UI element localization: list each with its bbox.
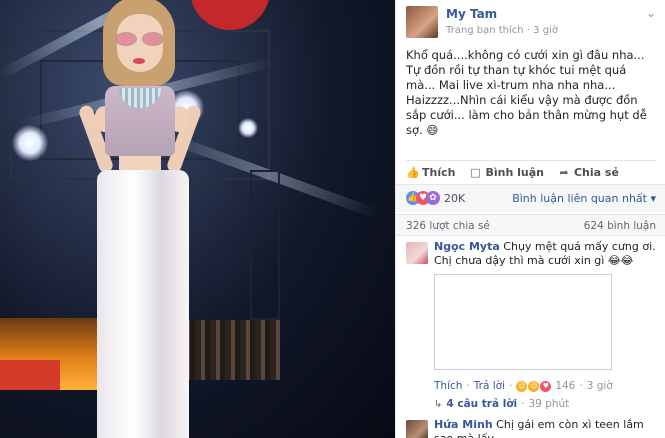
stage-spotlight [238,118,258,138]
like-label: Thích [422,166,456,179]
wow-reaction-icon: ☺ [528,380,540,392]
singer-figure [75,0,215,438]
comment-time[interactable]: 3 giờ [587,380,613,392]
white-pants [97,170,189,438]
replies-toggle[interactable]: ↳ 4 câu trả lời · 39 phút [434,398,569,410]
post-stats: 326 lượt chia sẻ 624 bình luận [396,214,665,236]
comment-body: Hứa Minh Chị gái em còn xì teen lắm sao … [434,418,656,438]
meta-source[interactable]: Trang bạn thích [446,25,524,36]
post-text-line: Khổ quá....không có cưới xin gì đâu nha.… [406,48,645,92]
comment-sort-dropdown[interactable]: Bình luận liên quan nhất ▾ [512,192,656,205]
share-count[interactable]: 326 lượt chia sẻ [406,220,490,232]
post-text-line: Haizzzz...Nhìn cái kiểu vậy mà được đồn … [406,93,647,137]
reactions-bar: 👍 ♥ ✿ 20K Bình luận liên quan nhất ▾ [396,184,665,212]
separator: · [466,380,470,392]
reaction-count[interactable]: 20K [444,192,465,205]
like-button[interactable]: 👍 Thích [406,166,455,179]
reply-arrow-icon: ↳ [434,398,443,410]
stage-spotlight [12,125,48,161]
comment-button[interactable]: □ Bình luận [469,166,544,179]
thumbs-up-icon: 👍 [406,165,420,179]
meta-time[interactable]: 3 giờ [533,25,558,36]
commenter-name[interactable]: Ngọc Myta [434,240,500,253]
comment-label: Bình luận [485,166,544,179]
wow-reaction-icon[interactable]: ✿ [426,191,440,205]
comment-like-link[interactable]: Thích [434,380,462,392]
chevron-down-icon[interactable]: ⌄ [646,6,656,20]
author-avatar[interactable] [406,6,438,38]
comment-actions: Thích · Trả lời · ☺ ☺ ♥ 146 · 3 giờ [434,380,656,392]
separator: · [579,380,583,392]
post-meta: Trang bạn thích · 3 giờ [446,25,558,36]
commenter-avatar[interactable] [406,420,428,438]
love-reaction-icon: ♥ [540,380,552,392]
post-photo[interactable] [0,0,395,438]
commenter-avatar[interactable] [406,242,428,264]
comment-body: Ngọc Myta Chụy mệt quá mấy cưng ơi. Chị … [434,240,656,268]
comment-icon: □ [470,165,481,179]
sunglasses [115,32,165,46]
post-text: Khổ quá....không có cưới xin gì đâu nha.… [406,48,656,138]
comment-reaction-count[interactable]: 146 [555,380,575,392]
share-label: Chia sẻ [573,166,619,179]
haha-reaction-icon: ☺ [516,380,528,392]
stage-frame [250,170,280,320]
comment-image-placeholder[interactable] [434,274,612,370]
share-arrow-icon: ➦ [559,165,569,179]
separator: · [521,398,525,410]
share-button[interactable]: ➦ Chia sẻ [558,166,619,179]
comment-reply-link[interactable]: Trả lời [474,380,505,392]
separator: · [508,380,513,392]
post-panel: My Tam Trang bạn thích · 3 giờ ⌄ Khổ quá… [395,0,665,438]
meta-separator: · [526,25,530,36]
comment-count[interactable]: 624 bình luận [584,220,656,232]
author-name[interactable]: My Tam [446,7,497,21]
commenter-name[interactable]: Hứa Minh [434,418,493,431]
stage-screen [0,360,60,390]
lips [133,58,145,64]
replies-count-link[interactable]: 4 câu trả lời [446,398,517,410]
post-actions: 👍 Thích □ Bình luận ➦ Chia sẻ [406,160,656,180]
replies-time: 39 phút [528,398,570,410]
post-header: My Tam Trang bạn thích · 3 giờ ⌄ [406,6,656,42]
